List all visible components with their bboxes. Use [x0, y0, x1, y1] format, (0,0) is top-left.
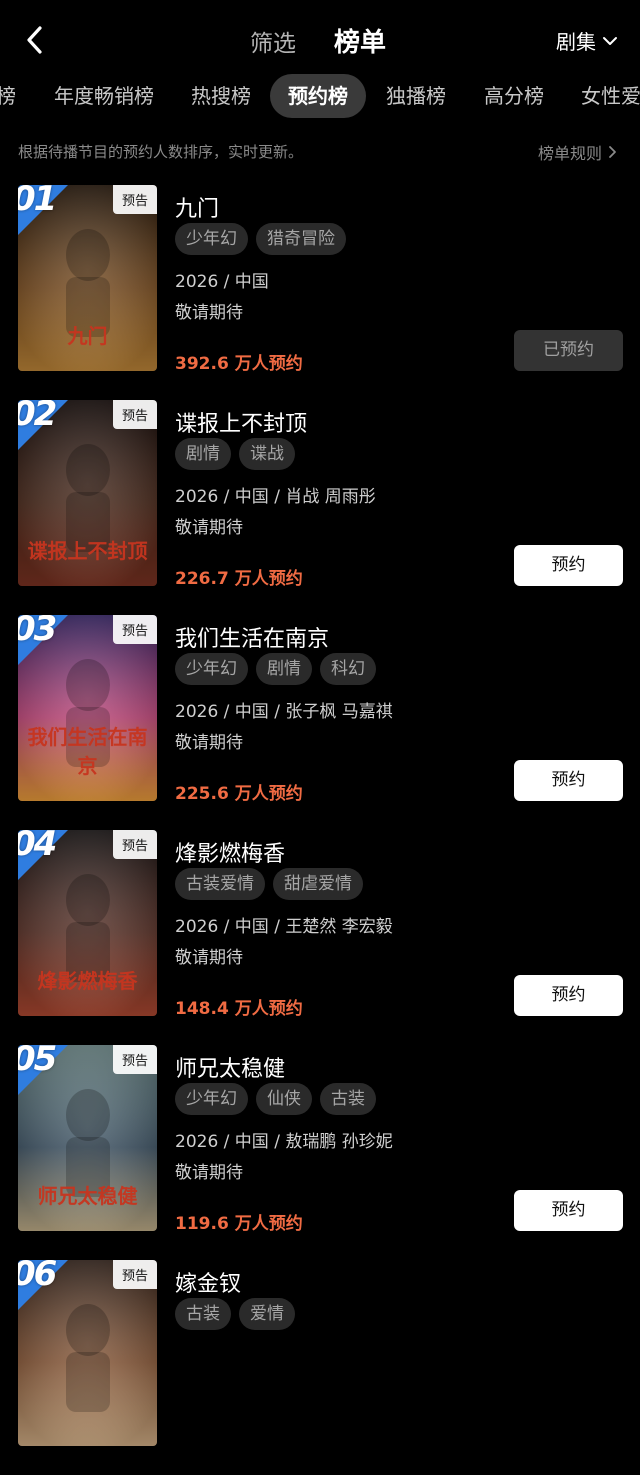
rank-number: 04: [18, 830, 57, 864]
genre-tags: 古装 爱情: [175, 1298, 295, 1330]
poster-image[interactable]: 05 预告师兄太稳健: [18, 1045, 157, 1231]
show-title[interactable]: 嫁金钗: [175, 1266, 241, 1298]
genre-tag[interactable]: 剧情: [175, 438, 231, 470]
rules-label: 榜单规则: [537, 144, 602, 163]
category-dropdown[interactable]: 剧集: [556, 26, 618, 55]
reserve-button[interactable]: 预约: [514, 975, 623, 1016]
release-status: 敬请期待: [175, 518, 243, 538]
genre-tag[interactable]: 爱情: [239, 1298, 295, 1330]
chevron-left-icon: [27, 26, 42, 54]
poster-title-art: 师兄太稳健: [37, 1184, 138, 1208]
ranking-tab[interactable]: 榜单: [334, 22, 386, 59]
list-item[interactable]: 06 预告嫁金钗古装爱情: [0, 1260, 640, 1475]
show-title[interactable]: 烽影燃梅香: [175, 836, 285, 868]
rank-number: 02: [18, 400, 57, 434]
show-title[interactable]: 九门: [175, 191, 219, 223]
list-item[interactable]: 05预告师兄太稳健师兄太稳健少年幻仙侠古装2026 / 中国 / 敖瑞鹏 孙珍妮…: [0, 1045, 640, 1260]
poster-title-art: 谍报上不封顶: [27, 539, 148, 563]
reservation-count: 119.6 万人预约: [175, 1214, 303, 1234]
reserve-button[interactable]: 预约: [514, 760, 623, 801]
rank-number: 06: [18, 1260, 57, 1294]
tab-annual-bestseller[interactable]: 年度畅销榜: [54, 74, 154, 118]
list-item[interactable]: 01预告九门九门少年幻猎奇冒险2026 / 中国敬请期待392.6 万人预约已预…: [0, 185, 640, 400]
genre-tag[interactable]: 猎奇冒险: [256, 223, 346, 255]
tab-female[interactable]: 女性爱: [581, 74, 640, 118]
ranking-tabs: 榜 年度畅销榜 热搜榜 预约榜 独播榜 高分榜 女性爱: [0, 74, 640, 120]
show-title[interactable]: 我们生活在南京: [175, 621, 329, 653]
genre-tag[interactable]: 少年幻: [175, 1083, 248, 1115]
show-meta: 2026 / 中国 / 肖战 周雨彤: [175, 487, 376, 507]
genre-tag[interactable]: 古装: [175, 1298, 231, 1330]
top-navigation: 筛选 榜单 剧集: [0, 0, 640, 80]
release-status: 敬请期待: [175, 733, 243, 753]
genre-tag[interactable]: 少年幻: [175, 653, 248, 685]
rank-number: 01: [18, 185, 57, 219]
show-meta: 2026 / 中国 / 敖瑞鹏 孙珍妮: [175, 1132, 393, 1152]
poster-image[interactable]: 06 预告: [18, 1260, 157, 1446]
genre-tags: 少年幻 剧情 科幻: [175, 653, 376, 685]
reserved-button[interactable]: 已预约: [514, 330, 623, 371]
list-item[interactable]: 04预告烽影燃梅香烽影燃梅香古装爱情甜虐爱情2026 / 中国 / 王楚然 李宏…: [0, 830, 640, 1045]
poster-title-art: 九门: [67, 324, 108, 348]
rank-number: 05: [18, 1045, 57, 1079]
genre-tags: 古装爱情 甜虐爱情: [175, 868, 363, 900]
chevron-down-icon: [603, 36, 617, 45]
back-button[interactable]: [20, 22, 50, 58]
ranking-description: 根据待播节目的预约人数排序，实时更新。: [18, 143, 304, 161]
poster-image[interactable]: 01 预告九门: [18, 185, 157, 371]
reservation-count: 392.6 万人预约: [175, 354, 303, 374]
poster-title-art: 我们生活在南京: [27, 725, 148, 778]
reservation-count: 225.6 万人预约: [175, 784, 303, 804]
release-status: 敬请期待: [175, 1163, 243, 1183]
preview-badge: 预告: [112, 185, 157, 214]
genre-tag[interactable]: 古装: [320, 1083, 376, 1115]
tab-reservation[interactable]: 预约榜: [270, 74, 366, 118]
reserve-button[interactable]: 预约: [514, 1190, 623, 1231]
genre-tag[interactable]: 科幻: [320, 653, 376, 685]
genre-tags: 少年幻 仙侠 古装: [175, 1083, 376, 1115]
ranking-rules-link[interactable]: 榜单规则: [538, 140, 618, 164]
reservation-count: 148.4 万人预约: [175, 999, 303, 1019]
preview-badge: 预告: [112, 615, 157, 644]
poster-image[interactable]: 03 预告我们生活在南京: [18, 615, 157, 801]
tab-hot-search[interactable]: 热搜榜: [191, 74, 251, 118]
poster-image[interactable]: 02 预告谍报上不封顶: [18, 400, 157, 586]
show-title[interactable]: 师兄太稳健: [175, 1051, 285, 1083]
show-meta: 2026 / 中国 / 张子枫 马嘉祺: [175, 702, 393, 722]
show-meta: 2026 / 中国: [175, 272, 269, 292]
tab-partial[interactable]: 榜: [0, 74, 16, 118]
release-status: 敬请期待: [175, 303, 243, 323]
reservation-count: 226.7 万人预约: [175, 569, 303, 589]
show-meta: 2026 / 中国 / 王楚然 李宏毅: [175, 917, 393, 937]
category-label: 剧集: [556, 30, 596, 54]
poster-image[interactable]: 04 预告烽影燃梅香: [18, 830, 157, 1016]
genre-tag[interactable]: 谍战: [239, 438, 295, 470]
genre-tag[interactable]: 甜虐爱情: [273, 868, 363, 900]
show-title[interactable]: 谍报上不封顶: [175, 406, 307, 438]
tab-exclusive[interactable]: 独播榜: [386, 74, 446, 118]
reserve-button[interactable]: 预约: [514, 545, 623, 586]
genre-tag[interactable]: 仙侠: [256, 1083, 312, 1115]
genre-tag[interactable]: 少年幻: [175, 223, 248, 255]
preview-badge: 预告: [112, 1260, 157, 1289]
genre-tag[interactable]: 剧情: [256, 653, 312, 685]
preview-badge: 预告: [112, 830, 157, 859]
poster-title-art: 烽影燃梅香: [37, 969, 138, 993]
rank-number: 03: [18, 615, 57, 649]
chevron-right-icon: [609, 146, 616, 158]
filter-tab[interactable]: 筛选: [250, 24, 296, 58]
release-status: 敬请期待: [175, 948, 243, 968]
list-item[interactable]: 03预告我们生活在南京我们生活在南京少年幻剧情科幻2026 / 中国 / 张子枫…: [0, 615, 640, 830]
genre-tags: 剧情 谍战: [175, 438, 295, 470]
list-item[interactable]: 02预告谍报上不封顶谍报上不封顶剧情谍战2026 / 中国 / 肖战 周雨彤敬请…: [0, 400, 640, 615]
tab-high-score[interactable]: 高分榜: [484, 74, 544, 118]
preview-badge: 预告: [112, 400, 157, 429]
genre-tag[interactable]: 古装爱情: [175, 868, 265, 900]
preview-badge: 预告: [112, 1045, 157, 1074]
genre-tags: 少年幻 猎奇冒险: [175, 223, 346, 255]
